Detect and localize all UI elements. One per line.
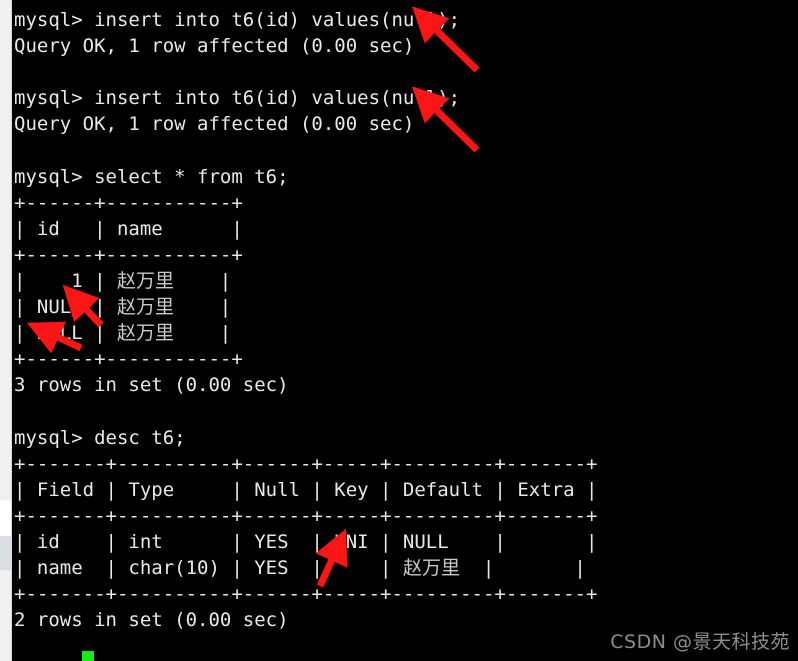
terminal-line: mysql> desc t6; xyxy=(14,426,186,449)
terminal-line: 3 rows in set (0.00 sec) xyxy=(14,374,289,397)
terminal-line: 2 rows in set (0.00 sec) xyxy=(14,609,289,632)
csdn-watermark: CSDN @景天科技苑 xyxy=(610,631,790,653)
terminal-line: +------+-----------+ xyxy=(14,243,243,266)
scrollbar-track[interactable] xyxy=(0,500,11,536)
terminal-line: | NULL | 赵万里 | xyxy=(14,296,232,319)
terminal-line: | Field | Type | Null | Key | Default | … xyxy=(14,478,598,501)
terminal-line: +-------+----------+------+-----+-------… xyxy=(14,504,598,527)
terminal-line: | id | int | YES | UNI | NULL | | xyxy=(14,531,598,553)
window-left-gutter xyxy=(0,0,12,661)
terminal-line: +------+-----------+ xyxy=(14,348,243,371)
terminal-line: | 1 | 赵万里 | xyxy=(14,270,232,292)
terminal-output-area[interactable]: mysql> insert into t6(id) values(null); Q… xyxy=(12,0,798,661)
terminal-cursor xyxy=(82,651,94,661)
terminal-line: mysql> select * from t6; xyxy=(14,165,289,188)
terminal-line: mysql> insert into t6(id) values(null); xyxy=(14,9,461,31)
terminal-line: | name | char(10) | YES | | 赵万里 | | xyxy=(14,557,586,580)
terminal-line: +-------+----------+------+-----+-------… xyxy=(14,452,598,475)
terminal-line: Query OK, 1 row affected (0.00 sec) xyxy=(14,113,415,136)
terminal-line: | id | name | xyxy=(14,217,243,240)
terminal-line: mysql> insert into t6(id) values(null); xyxy=(14,87,461,110)
terminal-line: +------+-----------+ xyxy=(14,191,243,214)
terminal-line: Query OK, 1 row affected (0.00 sec) xyxy=(14,35,415,58)
terminal-screenshot: mysql> insert into t6(id) values(null); Q… xyxy=(0,0,798,661)
scrollbar-thumb[interactable] xyxy=(0,536,11,570)
terminal-line: +-------+----------+------+-----+-------… xyxy=(14,583,598,606)
terminal-line: | NULL | 赵万里 | xyxy=(14,322,232,345)
